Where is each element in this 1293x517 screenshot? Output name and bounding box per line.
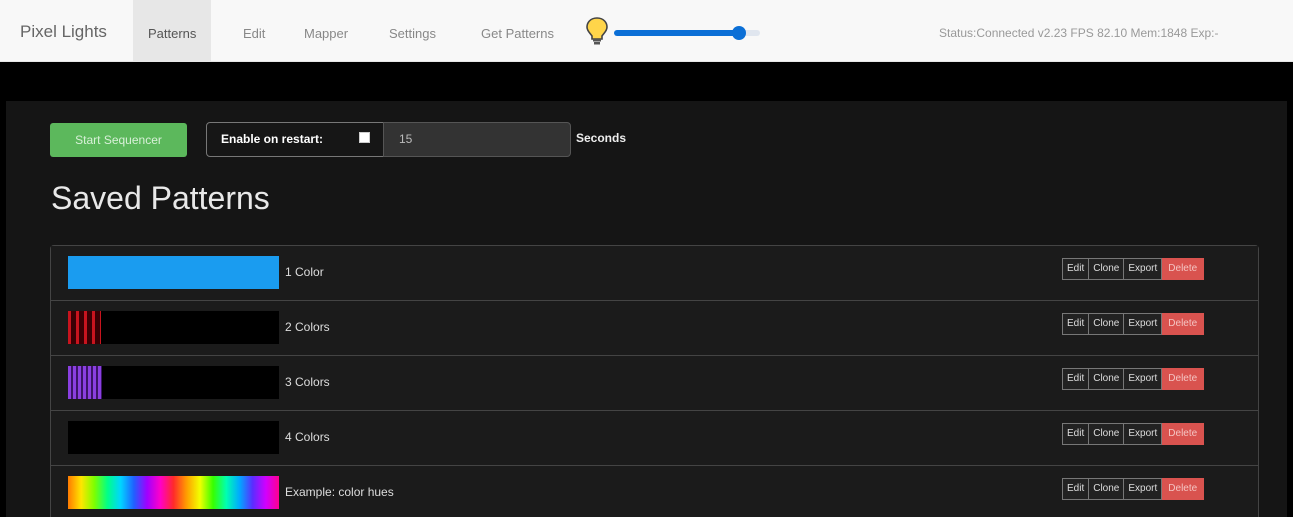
delete-button[interactable]: Delete [1162, 258, 1205, 280]
edit-button[interactable]: Edit [1062, 423, 1090, 445]
pattern-preview-red-stripes[interactable] [68, 311, 279, 344]
pattern-name[interactable]: 4 Colors [285, 430, 330, 444]
preview-fill [68, 476, 279, 509]
export-button[interactable]: Export [1124, 313, 1163, 335]
preview-fill [68, 366, 102, 399]
pattern-row: 1 Color Edit Clone Export Delete [51, 246, 1258, 301]
pattern-name[interactable]: Example: color hues [285, 485, 394, 499]
delete-button[interactable]: Delete [1162, 368, 1205, 390]
export-button[interactable]: Export [1124, 423, 1163, 445]
pattern-row: 4 Colors Edit Clone Export Delete [51, 411, 1258, 466]
enable-on-restart-label: Enable on restart: [221, 132, 324, 146]
status-text: Status:Connected v2.23 FPS 82.10 Mem:184… [939, 26, 1219, 40]
tab-mapper[interactable]: Mapper [289, 0, 363, 62]
pattern-row: Example: color hues Edit Clone Export De… [51, 466, 1258, 517]
enable-on-restart-checkbox[interactable] [359, 132, 370, 143]
delete-button[interactable]: Delete [1162, 423, 1205, 445]
clone-button[interactable]: Clone [1089, 478, 1125, 500]
row-actions: Edit Clone Export Delete [1062, 478, 1205, 500]
tab-get-patterns[interactable]: Get Patterns [466, 0, 569, 62]
pattern-name[interactable]: 2 Colors [285, 320, 330, 334]
preview-fill [68, 311, 101, 344]
clone-button[interactable]: Clone [1089, 313, 1125, 335]
clone-button[interactable]: Clone [1089, 368, 1125, 390]
pattern-row: 2 Colors Edit Clone Export Delete [51, 301, 1258, 356]
top-navbar: Pixel Lights Patterns Edit Mapper Settin… [0, 0, 1293, 62]
delete-button[interactable]: Delete [1162, 313, 1205, 335]
row-actions: Edit Clone Export Delete [1062, 423, 1205, 445]
clone-button[interactable]: Clone [1089, 258, 1125, 280]
tab-settings[interactable]: Settings [374, 0, 451, 62]
pattern-preview-solid-blue[interactable] [68, 256, 279, 289]
preview-fill [68, 256, 279, 289]
edit-button[interactable]: Edit [1062, 258, 1090, 280]
seconds-label: Seconds [576, 131, 627, 145]
pattern-name[interactable]: 3 Colors [285, 375, 330, 389]
row-actions: Edit Clone Export Delete [1062, 258, 1205, 280]
pattern-row: 3 Colors Edit Clone Export Delete [51, 356, 1258, 411]
pattern-preview-rainbow-hues[interactable] [68, 476, 279, 509]
start-sequencer-button[interactable]: Start Sequencer [50, 123, 187, 157]
edit-button[interactable]: Edit [1062, 313, 1090, 335]
pattern-list: 1 Color Edit Clone Export Delete 2 Color… [50, 245, 1259, 517]
edit-button[interactable]: Edit [1062, 368, 1090, 390]
edit-button[interactable]: Edit [1062, 478, 1090, 500]
export-button[interactable]: Export [1124, 368, 1163, 390]
row-actions: Edit Clone Export Delete [1062, 368, 1205, 390]
pattern-preview-purple-stripes[interactable] [68, 366, 279, 399]
pattern-preview-black[interactable] [68, 421, 279, 454]
seconds-input[interactable]: 15 [383, 122, 571, 157]
delete-button[interactable]: Delete [1162, 478, 1205, 500]
row-actions: Edit Clone Export Delete [1062, 313, 1205, 335]
clone-button[interactable]: Clone [1089, 423, 1125, 445]
lightbulb-icon [586, 17, 608, 45]
export-button[interactable]: Export [1124, 258, 1163, 280]
brand-logo[interactable]: Pixel Lights [20, 22, 107, 42]
export-button[interactable]: Export [1124, 478, 1163, 500]
tab-patterns[interactable]: Patterns [133, 0, 212, 62]
enable-on-restart-group: Enable on restart: [206, 122, 384, 157]
pattern-name[interactable]: 1 Color [285, 265, 324, 279]
brightness-slider-track[interactable] [614, 30, 742, 36]
page-title: Saved Patterns [51, 180, 270, 216]
tab-edit[interactable]: Edit [228, 0, 280, 62]
brightness-slider-thumb[interactable] [732, 26, 746, 40]
